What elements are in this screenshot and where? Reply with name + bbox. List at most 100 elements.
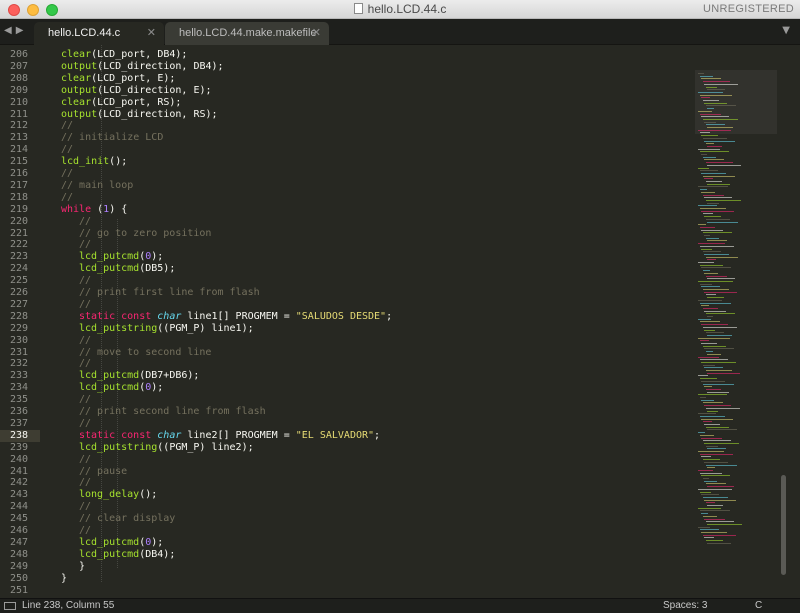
minimap-line	[701, 172, 726, 174]
code-line[interactable]: //	[40, 275, 688, 287]
code-line[interactable]: lcd_putcmd(0);	[40, 537, 688, 549]
line-number: 249	[9, 560, 28, 572]
code-token: (DB4);	[139, 548, 176, 560]
code-line[interactable]: //	[40, 120, 688, 132]
code-line[interactable]: // initialize LCD	[40, 132, 688, 144]
code-line[interactable]: //	[40, 239, 688, 251]
code-line[interactable]: //	[40, 501, 688, 513]
code-line[interactable]: //	[40, 144, 688, 156]
code-line[interactable]	[40, 585, 688, 597]
minimap-line	[705, 483, 726, 485]
code-token: // go to zero position	[79, 227, 212, 239]
line-number: 206	[9, 49, 28, 60]
syntax-mode[interactable]: C	[755, 599, 762, 613]
code-line[interactable]: lcd_putstring((PGM_P) line2);	[40, 442, 688, 454]
code-line[interactable]: //	[40, 216, 688, 228]
tab-makefile[interactable]: hello.LCD.44.make.makefile ✕	[165, 22, 329, 45]
minimap-line	[702, 345, 726, 347]
minimap-line	[699, 208, 726, 209]
line-number: 225	[9, 275, 28, 287]
code-line[interactable]: long_delay();	[40, 489, 688, 501]
minimap-line	[701, 97, 710, 99]
minimap-line	[702, 402, 723, 404]
code-token: clear	[61, 72, 92, 84]
code-line[interactable]: clear(LCD_port, RS);	[40, 97, 688, 109]
code-token: output	[61, 84, 98, 96]
code-line[interactable]: // pause	[40, 466, 688, 478]
minimap-line	[698, 262, 714, 263]
line-number: 229	[9, 322, 28, 334]
indentation-setting[interactable]: Spaces: 3	[663, 599, 707, 613]
code-token: lcd_putcmd	[79, 263, 140, 275]
code-line[interactable]: lcd_putcmd(DB4);	[40, 549, 688, 561]
code-line[interactable]: // go to zero position	[40, 228, 688, 240]
code-token: //	[61, 144, 74, 156]
minimap-line	[707, 542, 731, 544]
minimap-line	[699, 113, 721, 115]
code-line[interactable]: static const char line2[] PROGMEM = "EL …	[40, 430, 688, 442]
code-line[interactable]: //	[40, 525, 688, 537]
code-line[interactable]: lcd_putstring((PGM_P) line1);	[40, 323, 688, 335]
code-line[interactable]: //	[40, 477, 688, 489]
code-line[interactable]: // print first line from flash	[40, 287, 688, 299]
line-number: 240	[9, 453, 28, 465]
code-line[interactable]: output(LCD_direction, DB4);	[40, 61, 688, 73]
tab-close-icon[interactable]: ✕	[147, 26, 156, 39]
minimap-line	[707, 429, 737, 431]
code-line[interactable]: lcd_putcmd(DB5);	[40, 263, 688, 275]
code-line[interactable]: while (1) {	[40, 204, 688, 216]
code-line[interactable]: output(LCD_direction, E);	[40, 85, 688, 97]
vertical-scrollbar[interactable]	[781, 475, 786, 575]
code-line[interactable]: // clear display	[40, 513, 688, 525]
code-editor[interactable]: 206 207 208 209 210 211 212 213 214 215 216 217 218 2…	[0, 45, 800, 598]
code-line[interactable]: //	[40, 168, 688, 180]
line-number: 251	[9, 584, 28, 596]
code-text: //	[79, 501, 91, 513]
code-line[interactable]: // main loop	[40, 180, 688, 192]
line-number: 247	[9, 536, 28, 548]
tab-close-icon[interactable]: ✕	[312, 26, 321, 39]
cursor-position[interactable]: Line 238, Column 55	[22, 599, 114, 613]
minimap-line	[701, 78, 721, 80]
code-text: output(LCD_direction, E);	[61, 85, 212, 97]
minimap-line	[699, 453, 733, 455]
code-line[interactable]: clear(LCD_port, E);	[40, 73, 688, 85]
nav-arrows-icon[interactable]: ◀▶	[4, 25, 27, 36]
code-line[interactable]: //	[40, 394, 688, 406]
minimap[interactable]	[688, 45, 788, 598]
panel-toggle-icon[interactable]	[4, 602, 16, 610]
tab-hello-lcd-c[interactable]: hello.LCD.44.c ✕	[34, 22, 164, 45]
line-number: 220	[9, 215, 28, 227]
code-line[interactable]: // print second line from flash	[40, 406, 688, 418]
code-text: //	[79, 477, 91, 489]
code-line[interactable]: output(LCD_direction, RS);	[40, 109, 688, 121]
code-line[interactable]: }	[40, 573, 688, 585]
code-line[interactable]: //	[40, 299, 688, 311]
window-title-wrap: hello.LCD.44.c	[0, 2, 800, 16]
line-number: 216	[9, 168, 28, 179]
code-line[interactable]: }	[40, 561, 688, 573]
code-line[interactable]: lcd_init();	[40, 156, 688, 168]
code-line[interactable]: //	[40, 192, 688, 204]
minimap-line	[705, 540, 723, 542]
code-line[interactable]: static const char line1[] PROGMEM = "SAL…	[40, 311, 688, 323]
code-line[interactable]: lcd_putcmd(0);	[40, 251, 688, 263]
tab-menu-icon[interactable]: ▼	[782, 25, 790, 36]
code-line[interactable]: lcd_putcmd(DB7+DB6);	[40, 370, 688, 382]
code-area[interactable]: clear(LCD_port, DB4); output(LCD_directio…	[40, 45, 688, 598]
code-token: (DB5);	[139, 263, 176, 275]
code-line[interactable]: //	[40, 358, 688, 370]
code-line[interactable]: //	[40, 335, 688, 347]
code-token: //	[79, 394, 92, 406]
code-text: //	[79, 418, 91, 430]
code-line[interactable]: //	[40, 418, 688, 430]
minimap-line	[704, 197, 732, 199]
minimap-line	[705, 407, 740, 409]
code-line[interactable]: //	[40, 454, 688, 466]
minimap-line	[705, 351, 713, 353]
minimap-line	[707, 183, 730, 185]
code-line[interactable]: clear(LCD_port, DB4);	[40, 49, 688, 61]
code-line[interactable]: lcd_putcmd(0);	[40, 382, 688, 394]
code-line[interactable]: // move to second line	[40, 347, 688, 359]
minimap-line	[707, 108, 714, 110]
